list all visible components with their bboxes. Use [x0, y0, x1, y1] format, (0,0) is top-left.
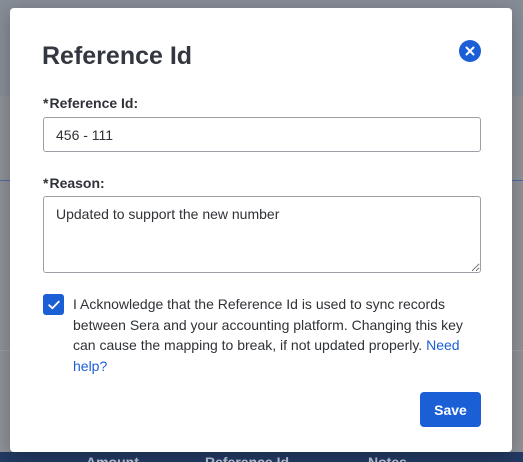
modal-title: Reference Id: [42, 42, 193, 70]
save-button[interactable]: Save: [420, 392, 481, 427]
close-icon: [465, 46, 475, 56]
acknowledge-statement: I Acknowledge that the Reference Id is u…: [73, 296, 463, 353]
reason-label: *Reason:: [43, 175, 105, 191]
reference-id-label: *Reference Id:: [43, 95, 138, 111]
required-marker: *: [43, 175, 49, 191]
background-column-headers: Amount Reference Id Notes: [0, 452, 523, 462]
reference-id-modal: Reference Id *Reference Id: *Reason: Upd…: [10, 8, 512, 452]
required-marker: *: [43, 95, 49, 111]
close-button[interactable]: [459, 40, 481, 62]
reference-id-label-text: Reference Id:: [49, 95, 139, 111]
checkmark-icon: [47, 300, 60, 309]
column-header-notes: Notes: [368, 454, 407, 462]
column-header-reference-id: Reference Id: [205, 454, 290, 462]
reason-label-text: Reason:: [49, 175, 105, 191]
reason-textarea[interactable]: Updated to support the new number: [43, 196, 481, 273]
acknowledge-checkbox[interactable]: [43, 294, 64, 315]
acknowledge-text: I Acknowledge that the Reference Id is u…: [73, 294, 483, 376]
reference-id-input[interactable]: [43, 117, 481, 152]
column-header-amount: Amount: [86, 454, 139, 462]
